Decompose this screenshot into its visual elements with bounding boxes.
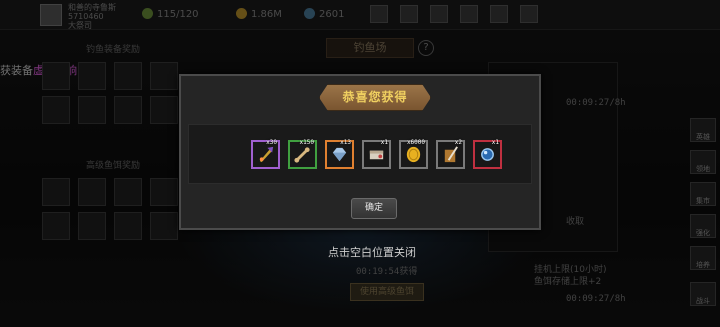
reward-item[interactable]: x1 (362, 139, 391, 169)
purple-weapon-icon (259, 146, 274, 163)
reward-modal: 恭喜您获得 x30 x150 x13 x1 x6000 x2 x1 确定 (179, 74, 541, 230)
confirm-button[interactable]: 确定 (351, 198, 397, 219)
gold-coin-icon (406, 146, 421, 163)
quill-book-icon (444, 146, 458, 163)
bone-icon (294, 147, 310, 163)
close-hint: 点击空白位置关闭 (328, 246, 416, 259)
scroll-pile-icon (369, 150, 384, 160)
reward-item[interactable]: x13 (325, 139, 354, 169)
reward-item[interactable]: x30 (251, 139, 280, 169)
reward-item[interactable]: x6000 (399, 139, 428, 169)
blue-orb-icon (481, 148, 494, 161)
reward-item[interactable]: x1 (473, 139, 502, 169)
reward-item-list: x30 x150 x13 x1 x6000 x2 x1 (188, 124, 532, 184)
reward-item[interactable]: x2 (436, 139, 465, 169)
diamond-icon (332, 147, 347, 162)
reward-item[interactable]: x150 (288, 139, 317, 169)
modal-title: 恭喜您获得 (342, 90, 408, 104)
